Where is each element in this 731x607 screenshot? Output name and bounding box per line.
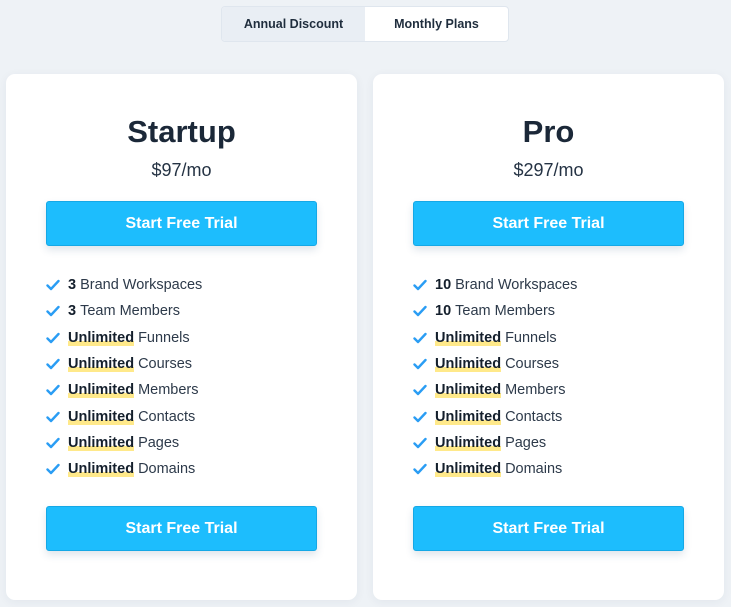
feature-quantity: Unlimited [435,434,502,451]
check-icon [46,358,60,370]
feature-item: 10 Team Members [413,298,577,324]
feature-quantity: Unlimited [435,356,502,373]
feature-label: Funnels [138,329,190,346]
feature-label: Contacts [505,408,563,425]
plan-price: $97/mo [151,160,212,180]
plan-title: Pro [522,114,575,149]
feature-quantity: Unlimited [68,329,135,346]
feature-item: Unlimited Domains [413,456,577,482]
check-icon [413,463,427,475]
feature-item: 3 Team Members [46,298,202,324]
feature-item: 3 Brand Workspaces [46,272,202,298]
feature-item: Unlimited Contacts [413,403,577,429]
feature-quantity: Unlimited [435,329,502,346]
feature-quantity: Unlimited [68,382,135,399]
start-trial-button-top[interactable]: Start Free Trial [413,201,684,246]
feature-item: Unlimited Members [46,377,202,403]
start-trial-button-bottom[interactable]: Start Free Trial [413,506,684,551]
check-icon [46,305,60,317]
check-icon [46,332,60,344]
feature-quantity: Unlimited [68,461,135,478]
check-icon [413,332,427,344]
feature-quantity: 3 [68,303,77,320]
check-icon [413,437,427,449]
check-icon [413,384,427,396]
feature-item: Unlimited Domains [46,456,202,482]
feature-label: Team Members [455,303,556,320]
feature-label: Contacts [138,408,196,425]
plan-card-startup: Startup $97/mo Start Free Trial 3 Brand W… [6,74,357,600]
feature-item: Unlimited Members [413,377,577,403]
plan-card-pro: Pro $297/mo Start Free Trial 10 Brand Wor… [373,74,724,600]
feature-list: 3 Brand Workspaces 3 Team Members Unlimited F… [46,272,202,482]
toggle-annual-discount[interactable]: Annual Discount [222,7,365,41]
feature-label: Funnels [505,329,557,346]
check-icon [46,279,60,291]
feature-label: Courses [138,356,193,373]
feature-label: Domains [138,461,196,478]
feature-item: Unlimited Funnels [413,325,577,351]
feature-item: Unlimited Contacts [46,403,202,429]
feature-quantity: Unlimited [435,461,502,478]
check-icon [413,279,427,291]
feature-list: 10 Brand Workspaces 10 Team Members Unlimite… [413,272,577,482]
feature-quantity: 10 [435,277,452,294]
check-icon [46,384,60,396]
feature-label: Pages [505,434,547,451]
feature-label: Domains [505,461,563,478]
feature-item: Unlimited Pages [413,430,577,456]
start-trial-button-top[interactable]: Start Free Trial [46,201,317,246]
feature-quantity: Unlimited [68,434,135,451]
plan-price: $297/mo [513,160,584,180]
feature-quantity: 10 [435,303,452,320]
toggle-monthly-plans[interactable]: Monthly Plans [365,7,508,41]
feature-item: 10 Brand Workspaces [413,272,577,298]
feature-label: Courses [505,356,560,373]
feature-label: Brand Workspaces [80,277,203,294]
check-icon [46,437,60,449]
feature-label: Members [505,382,566,399]
feature-item: Unlimited Pages [46,430,202,456]
feature-quantity: Unlimited [435,408,502,425]
feature-quantity: Unlimited [68,356,135,373]
start-trial-button-bottom[interactable]: Start Free Trial [46,506,317,551]
feature-quantity: 3 [68,277,77,294]
feature-label: Team Members [80,303,180,320]
feature-label: Members [138,382,199,399]
plan-title: Startup [127,114,236,149]
feature-item: Unlimited Funnels [46,325,202,351]
feature-item: Unlimited Courses [413,351,577,377]
feature-quantity: Unlimited [68,408,135,425]
check-icon [46,463,60,475]
check-icon [413,358,427,370]
check-icon [413,305,427,317]
feature-label: Pages [138,434,180,451]
feature-item: Unlimited Courses [46,351,202,377]
check-icon [413,411,427,423]
feature-label: Brand Workspaces [455,277,578,294]
check-icon [46,411,60,423]
billing-toggle: Annual Discount Monthly Plans [221,6,509,42]
feature-quantity: Unlimited [435,382,502,399]
